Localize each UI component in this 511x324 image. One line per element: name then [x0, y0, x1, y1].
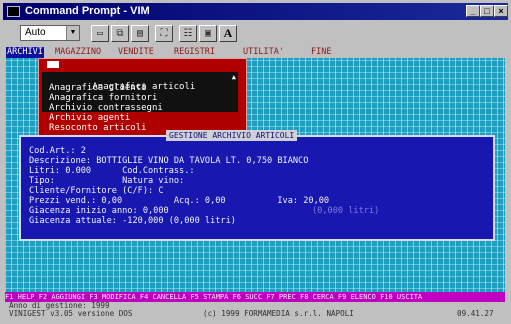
panel-title: GESTIONE ARCHIVIO ARTICOLI [166, 130, 298, 141]
app-menubar: ARCHIVI MAGAZZINO VENDITE REGISTRI UTILI… [5, 47, 505, 58]
menu-fine[interactable]: FINE [311, 47, 331, 58]
status-bar: Anno di gestione: 1999 VINIGEST v3.05 ve… [5, 302, 505, 319]
properties-icon[interactable]: ☷ [179, 25, 197, 42]
menu-vendite[interactable]: VENDITE [118, 47, 154, 58]
article-form-panel: GESTIONE ARCHIVIO ARTICOLI Cod.Art.: 2 D… [19, 130, 495, 241]
field-descrizione[interactable]: Descrizione: BOTTIGLIE VINO DA TAVOLA LT… [29, 157, 308, 166]
title-bar[interactable]: Command Prompt - VIM _ □ × [3, 3, 508, 20]
menu-magazzino[interactable]: MAGAZZINO [55, 47, 101, 58]
chevron-down-icon[interactable]: ▼ [66, 26, 79, 40]
console-area[interactable]: ARCHIVI MAGAZZINO VENDITE REGISTRI UTILI… [5, 47, 505, 319]
field-giacenza-inizio[interactable]: Giacenza inizio anno: 0,000 [29, 207, 257, 216]
font-size-select[interactable]: Auto ▼ [20, 25, 80, 41]
status-version: VINIGEST v3.05 versione DOS [9, 309, 133, 318]
fullscreen-icon[interactable]: ⛶ [155, 25, 173, 42]
console-icon[interactable] [7, 6, 20, 17]
menu-utilita[interactable]: UTILITA' [243, 47, 284, 58]
field-litri[interactable]: Litri: 0.000 Cod.Contrass.: [29, 167, 195, 176]
background-icon[interactable]: ▣ [199, 25, 217, 42]
field-tipo[interactable]: Tipo: Natura vino: [29, 177, 184, 186]
dropdown-item-archivio-agenti[interactable]: Archivio agenti [49, 113, 130, 123]
font-size-value: Auto [25, 27, 46, 38]
field-cliente-fornitore[interactable]: Cliente/Fornitore (C/F): C [29, 187, 164, 196]
maximize-button[interactable]: □ [480, 5, 494, 17]
dropdown-item-resoconto-articoli[interactable]: Resoconto articoli [49, 123, 147, 133]
menu-registri[interactable]: REGISTRI [174, 47, 215, 58]
field-cod-art[interactable]: Cod.Art.: 2 [29, 147, 86, 156]
copy-icon[interactable]: ⧉ [111, 25, 129, 42]
dropdown-item-anagrafica-fornitori[interactable]: Anagrafica fornitori [49, 93, 157, 103]
field-prezzi[interactable]: Prezzi vend.: 0,00 Acq.: 0,00 Iva: 20,00 [29, 197, 329, 206]
window-title: Command Prompt - VIM [25, 5, 150, 17]
paste-icon[interactable]: ▤ [131, 25, 149, 42]
dropdown-item-archivio-contrassegni[interactable]: Archivio contrassegni [49, 103, 163, 113]
triangle-up-icon: ▲ [231, 73, 236, 81]
dropdown-item-anagrafica-clienti[interactable]: Anagrafica clienti [49, 83, 147, 93]
field-giacenza-attuale: Giacenza attuale: -120,000 (0,000 litri) [29, 216, 236, 226]
close-button[interactable]: × [494, 5, 508, 17]
litri-hint: (0,000 litri) [312, 206, 380, 216]
menu-scroll-marker [47, 61, 59, 68]
status-time: 09.41.27 [457, 309, 494, 318]
status-copyright: (c) 1999 FORMAMEDIA s.r.l. NAPOLI [203, 309, 354, 318]
menu-archivi[interactable]: ARCHIVI [6, 47, 44, 58]
mark-icon[interactable]: ▭ [91, 25, 109, 42]
window: Command Prompt - VIM _ □ × Auto ▼ ▭ ⧉ ▤ … [0, 0, 511, 324]
archivi-dropdown: Anagrafica articoli ▲ Anagrafica clienti… [38, 58, 247, 140]
font-button[interactable]: A [219, 25, 237, 42]
minimize-button[interactable]: _ [466, 5, 480, 17]
toolbar: Auto ▼ ▭ ⧉ ▤ ⛶ ☷ ▣ A [3, 22, 508, 46]
